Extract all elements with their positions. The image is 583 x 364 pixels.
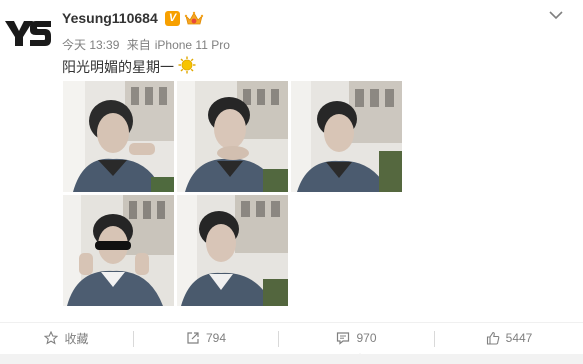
photo-3[interactable] <box>291 81 402 192</box>
action-bar: 收藏 794 970 5447 <box>0 322 583 359</box>
repost-button[interactable]: 794 <box>134 323 278 353</box>
sun-emoji-icon <box>178 56 196 74</box>
source-prefix: 来自 <box>126 38 151 52</box>
comment-button[interactable]: 970 <box>279 323 434 353</box>
comment-count: 970 <box>356 331 377 345</box>
thumbs-up-icon <box>486 331 499 345</box>
weibo-post: Yesung110684 V 今天 13:39 来自 iPhone 11 Pro … <box>0 0 583 322</box>
repost-icon <box>187 332 199 344</box>
photo-4[interactable] <box>63 195 174 306</box>
photo-2[interactable] <box>177 81 288 192</box>
bottom-band <box>0 354 583 364</box>
avatar[interactable] <box>3 13 53 53</box>
photo-5[interactable] <box>177 195 288 306</box>
post-content: 阳光明媚的星期一 <box>62 59 174 75</box>
repost-count: 794 <box>205 331 227 345</box>
favorite-label: 收藏 <box>64 331 89 346</box>
star-icon <box>44 331 59 345</box>
post-meta: 今天 13:39 来自 iPhone 11 Pro <box>62 36 234 53</box>
ys-logo <box>5 21 51 46</box>
like-count: 5447 <box>505 331 533 345</box>
source-device: iPhone 11 Pro <box>154 38 230 52</box>
favorite-button[interactable]: 收藏 <box>0 323 133 353</box>
crown-icon[interactable] <box>184 10 204 27</box>
post-time[interactable]: 今天 13:39 <box>62 38 119 52</box>
like-button[interactable]: 5447 <box>435 323 583 353</box>
comment-icon <box>337 332 350 345</box>
photo-1[interactable] <box>63 81 174 192</box>
username[interactable]: Yesung110684 <box>62 10 158 26</box>
chevron-down-icon[interactable] <box>548 8 564 20</box>
verified-badge-icon[interactable]: V <box>165 11 180 26</box>
